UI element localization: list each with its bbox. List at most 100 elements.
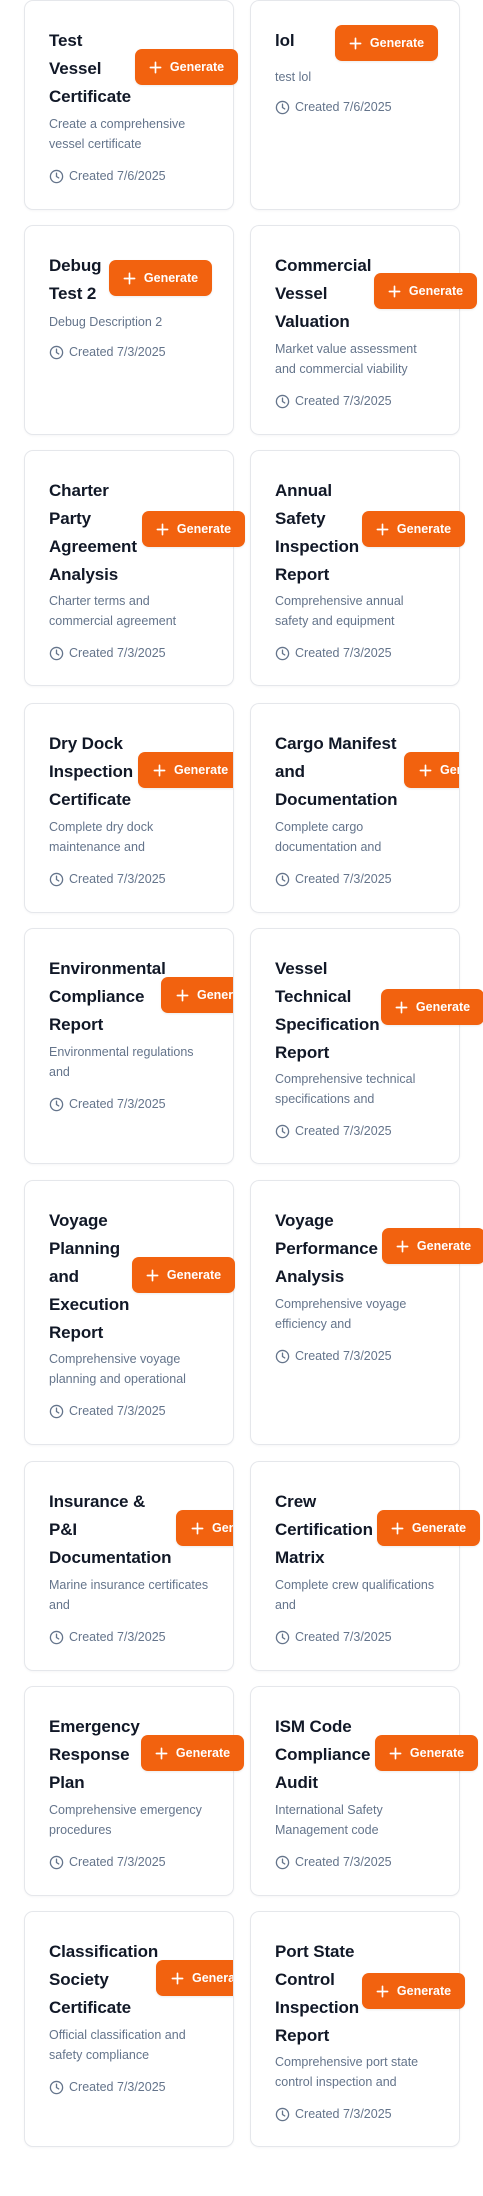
plus-icon (153, 764, 166, 777)
card-title-line: Documentation (49, 1548, 172, 1567)
template-card-vessel-technical-specification-report[interactable]: Vessel Technical Specification Report Genera… (250, 928, 483, 1164)
card-description: Market value assessment and commercial v… (275, 342, 417, 376)
created-date-text: Created 7/3/2025 (69, 1404, 166, 1418)
template-card-lol[interactable]: lol Generate test lol Created 7/6/2025 (250, 0, 460, 210)
card-title: Insurance & P&I Documentation (49, 1488, 172, 1572)
created-date-text: Created 7/3/2025 (295, 2107, 392, 2121)
card-title-line: Planning (49, 1239, 120, 1258)
generate-button[interactable]: Generate (109, 260, 212, 296)
card-title: Commercial Vessel Valuation (275, 252, 371, 336)
created-date-text: Created 7/3/2025 (295, 1630, 392, 1644)
generate-button-label: Generate (174, 763, 229, 777)
card-title: Charter Party Agreement Analysis (49, 477, 137, 589)
created-date-text: Created 7/3/2025 (295, 1855, 392, 1869)
template-card-test-vessel-certificate[interactable]: Test Vessel Certificate Generate Create a co… (24, 0, 238, 210)
plus-icon (171, 1972, 184, 1985)
clock-icon (275, 646, 290, 661)
generate-button[interactable]: Generate (161, 977, 233, 1013)
card-title-line: Voyage (49, 1211, 108, 1230)
template-card-crew-certification-matrix[interactable]: Crew Certification Matrix Generate Complete … (250, 1461, 480, 1671)
card-description: Comprehensive technical specifications a… (275, 1072, 416, 1106)
template-card-annual-safety-inspection-report[interactable]: Annual Safety Inspection Report Generate Comp… (250, 450, 465, 686)
template-card-ism-code-compliance-audit[interactable]: ISM Code Compliance Audit Generate Internati… (250, 1686, 478, 1896)
generate-button[interactable]: Generate (377, 1510, 480, 1546)
generate-button[interactable]: Generate (404, 752, 459, 788)
generate-button[interactable]: Generate (362, 511, 465, 547)
card-title-line: Inspection (275, 537, 360, 556)
template-card-debug-test-2[interactable]: Debug Test 2 Generate Debug Description 2 Cr… (24, 225, 234, 435)
card-title-line: Report (49, 1323, 104, 1342)
card-title-line: Agreement (49, 537, 137, 556)
created-date: Created 7/3/2025 (275, 1122, 392, 1140)
created-date: Created 7/3/2025 (275, 392, 392, 410)
generate-button-label: Generate (440, 763, 459, 777)
card-title-line: Report (49, 1015, 104, 1034)
clock-icon (49, 1855, 64, 1870)
clock-icon (49, 1404, 64, 1419)
card-title-line: Audit (275, 1773, 318, 1792)
card-title-line: Documentation (275, 790, 398, 809)
card-title-line: Commercial (275, 256, 372, 275)
template-card-voyage-performance-analysis[interactable]: Voyage Performance Analysis Generate Compreh… (250, 1180, 483, 1445)
card-description: Charter terms and commercial agreement (49, 594, 177, 628)
plus-icon (156, 523, 169, 536)
generate-button[interactable]: Generate (362, 1973, 465, 2009)
card-title-line: Execution (49, 1295, 130, 1314)
template-card-classification-society-certificate[interactable]: Classification Society Certificate Generate… (24, 1911, 234, 2147)
created-date: Created 7/3/2025 (49, 870, 166, 888)
card-title: Emergency Response Plan (49, 1713, 140, 1797)
template-card-voyage-planning-and-execution-report[interactable]: Voyage Planning and Execution Report Generate… (24, 1180, 235, 1445)
template-card-commercial-vessel-valuation[interactable]: Commercial Vessel Valuation Generate Market … (250, 225, 477, 435)
card-title: Debug Test 2 (49, 252, 101, 308)
card-description: International Safety Management code (275, 1803, 383, 1837)
card-title-line: Certificate (49, 790, 132, 809)
generate-button[interactable]: Generate (142, 511, 245, 547)
generate-button[interactable]: Generate (135, 49, 238, 85)
template-card-insurance-and-pi-documentation[interactable]: Insurance & P&I Documentation Generate Marin… (24, 1461, 234, 1671)
created-date: Created 7/3/2025 (49, 343, 166, 361)
generate-button[interactable]: Generate (335, 25, 438, 61)
template-card-port-state-control-inspection-report[interactable]: Port State Control Inspection Report Generat… (250, 1911, 465, 2147)
plus-icon (419, 764, 432, 777)
card-title-line: Control (275, 1970, 335, 1989)
clock-icon (275, 872, 290, 887)
card-title-line: Valuation (275, 312, 350, 331)
created-date: Created 7/6/2025 (49, 167, 166, 185)
generate-button-label: Generate (415, 1000, 471, 1014)
generate-button[interactable]: Generate (381, 989, 483, 1025)
clock-icon (49, 169, 64, 184)
plus-icon (191, 1522, 204, 1535)
generate-button[interactable]: Generate (141, 1735, 244, 1771)
card-title: Voyage Performance Analysis (275, 1207, 378, 1291)
generate-button[interactable]: Generate (132, 1257, 235, 1293)
card-description: Comprehensive voyage planning and operat… (49, 1352, 186, 1386)
template-card-emergency-response-plan[interactable]: Emergency Response Plan Generate Comprehensi… (24, 1686, 244, 1896)
generate-button[interactable]: Generate (156, 1960, 234, 1996)
card-title-line: Response (49, 1745, 130, 1764)
generate-button[interactable]: Generate (375, 1735, 478, 1771)
template-card-cargo-manifest-and-documentation[interactable]: Cargo Manifest and Documentation Generate Co… (250, 703, 460, 913)
created-date-text: Created 7/3/2025 (295, 872, 392, 886)
card-description: Complete crew qualifications and (275, 1578, 435, 1612)
card-title-line: Report (275, 2026, 330, 2045)
template-card-charter-party-agreement-analysis[interactable]: Charter Party Agreement Analysis Generate Cha… (24, 450, 245, 686)
clock-icon (275, 100, 290, 115)
created-date: Created 7/3/2025 (49, 1628, 166, 1646)
card-description: Comprehensive port state control inspect… (275, 2055, 419, 2089)
generate-button[interactable]: Generate (374, 273, 477, 309)
generate-button[interactable]: Generate (176, 1510, 233, 1546)
generate-button[interactable]: Generate (138, 752, 233, 788)
card-title-line: Vessel (275, 284, 328, 303)
template-card-dry-dock-inspection-certificate[interactable]: Dry Dock Inspection Certificate Generate Com… (24, 703, 234, 913)
generate-button[interactable]: Generate (382, 1228, 483, 1264)
clock-icon (275, 1630, 290, 1645)
template-card-environmental-compliance-report[interactable]: Environmental Compliance Report Generate Env… (24, 928, 234, 1164)
plus-icon (155, 1747, 168, 1760)
generate-button-label: Generate (192, 1971, 234, 1985)
clock-icon (49, 872, 64, 887)
card-title-line: Specification (275, 1015, 380, 1034)
card-title-line: Insurance & (49, 1492, 146, 1511)
plus-icon (349, 37, 362, 50)
clock-icon (275, 1855, 290, 1870)
card-title-line: Inspection (49, 762, 134, 781)
